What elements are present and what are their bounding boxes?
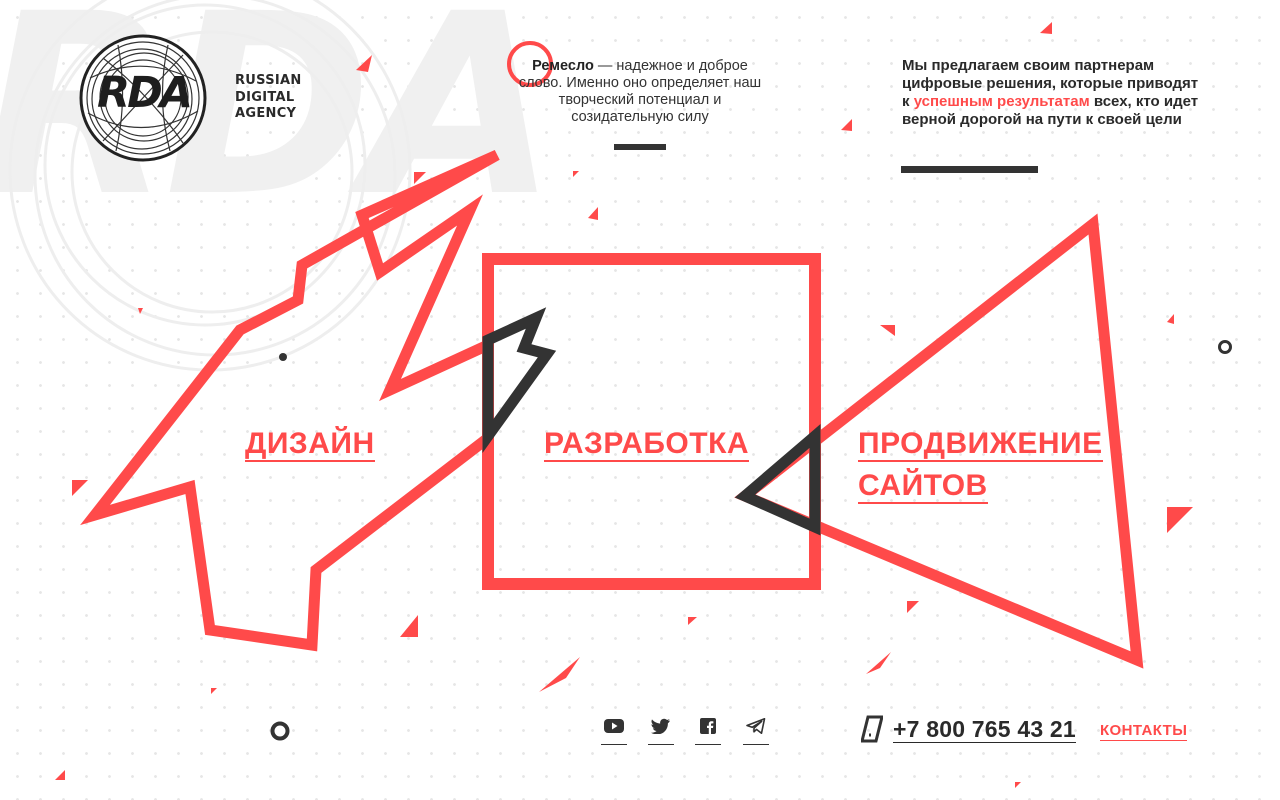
agency-line-1: RUSSIAN — [235, 73, 302, 88]
service-design-label: ДИЗАЙН — [245, 427, 375, 462]
square-shape — [482, 253, 821, 590]
facebook-icon — [700, 718, 716, 734]
lightning-shape — [80, 149, 500, 652]
service-promotion-line2: САЙТОВ — [858, 469, 988, 504]
motto-bold: Ремесло — [532, 58, 594, 74]
youtube-icon — [604, 719, 624, 733]
telegram-link[interactable] — [743, 716, 769, 745]
agency-name: RUSSIAN DIGITAL AGENCY — [235, 73, 302, 123]
youtube-link[interactable] — [601, 716, 627, 745]
small-ring-right — [1218, 340, 1232, 354]
motto-divider — [614, 144, 666, 150]
service-promotion-line1: ПРОДВИЖЕНИЕ — [858, 427, 1103, 462]
twitter-link[interactable] — [648, 716, 674, 745]
agency-line-2: DIGITAL — [235, 89, 295, 105]
logo-text[interactable]: RDA — [97, 72, 193, 115]
telegram-icon — [746, 718, 766, 734]
twitter-icon — [651, 718, 670, 734]
dark-triangle-overlap — [734, 424, 821, 536]
phone-number[interactable]: +7 800 765 43 21 — [893, 716, 1076, 743]
service-development-link[interactable]: РАЗРАБОТКА — [544, 423, 750, 465]
motto-text: Ремесло — надежное и доброе слово. Именн… — [514, 58, 766, 126]
confetti — [55, 22, 1193, 788]
offer-divider — [901, 166, 1038, 173]
service-design-link[interactable]: ДИЗАЙН — [245, 423, 375, 465]
service-development-label: РАЗРАБОТКА — [544, 427, 750, 462]
dark-bolt-overlap — [482, 307, 557, 454]
small-dot — [279, 353, 287, 361]
phone-icon — [861, 715, 883, 743]
small-ring-bottom — [270, 721, 290, 741]
phone-block[interactable]: +7 800 765 43 21 — [861, 715, 1076, 743]
contacts-link[interactable]: КОНТАКТЫ — [1100, 722, 1188, 741]
offer-text: Мы предлагаем своим партнерам цифровые р… — [902, 57, 1202, 129]
offer-highlight: успешным результатам — [913, 93, 1090, 110]
service-promotion-link[interactable]: ПРОДВИЖЕНИЕ САЙТОВ — [858, 423, 1118, 507]
facebook-link[interactable] — [695, 716, 721, 745]
agency-line-3: AGENCY — [235, 106, 297, 121]
